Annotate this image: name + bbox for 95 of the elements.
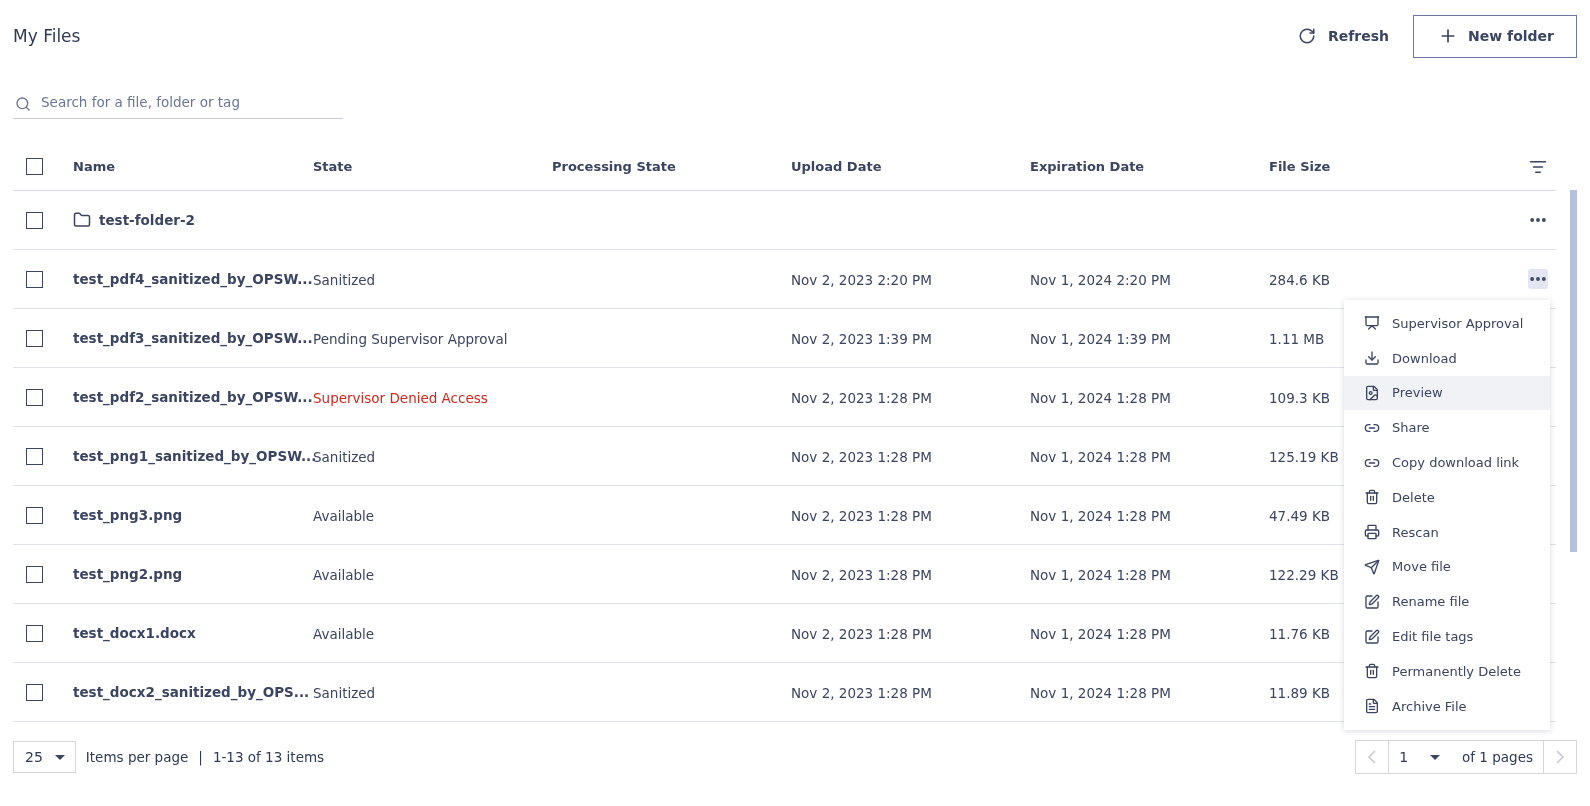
expiration-date-cell: Nov 1, 2024 2:20 PM: [1030, 271, 1171, 288]
file-name[interactable]: test_docx2_sanitized_by_OPS...: [73, 684, 310, 700]
separator: |: [198, 749, 203, 765]
file-name[interactable]: test-folder-2: [99, 212, 195, 228]
menu-item[interactable]: Rescan: [1344, 514, 1551, 550]
menu-item[interactable]: Rename file: [1344, 584, 1551, 620]
scrollbar-thumb[interactable]: [1570, 190, 1577, 552]
menu-item[interactable]: Edit file tags: [1344, 619, 1551, 654]
column-header: Processing State: [552, 159, 677, 174]
expiration-date-cell: Nov 1, 2024 1:28 PM: [1030, 684, 1171, 701]
menu-item[interactable]: Permanently Delete: [1344, 653, 1551, 689]
caret-icon: [1430, 754, 1441, 760]
menu-item[interactable]: Preview: [1344, 375, 1551, 411]
printer-icon: [1364, 524, 1381, 541]
upload-date-cell: Nov 2, 2023 1:39 PM: [791, 330, 932, 347]
chevron-right-icon: [1556, 750, 1564, 764]
menu-item[interactable]: Copy download link: [1344, 445, 1551, 480]
pencil-icon: [1364, 593, 1381, 610]
trash-icon: [1364, 489, 1381, 506]
state-cell: Available: [313, 625, 375, 642]
refresh-icon: [1297, 27, 1316, 45]
file-size-cell: 11.76 KB: [1269, 625, 1331, 642]
pencil-icon: [1364, 628, 1381, 645]
refresh-button[interactable]: Refresh: [1285, 19, 1402, 53]
column-header: State: [313, 159, 354, 174]
column-header: Upload Date: [791, 159, 883, 174]
state-cell: Supervisor Denied Access: [313, 389, 488, 406]
file-name[interactable]: test_pdf4_sanitized_by_OPSW...: [73, 271, 313, 287]
chevron-left-icon: [1368, 750, 1377, 764]
file-size-cell: 125.19 KB: [1269, 448, 1339, 465]
monitor-icon: [1364, 315, 1381, 332]
file-name[interactable]: test_docx1.docx: [73, 625, 196, 641]
row-checkbox[interactable]: [26, 506, 43, 524]
folder-icon: [73, 211, 91, 229]
caret-icon: [54, 754, 65, 760]
row-checkbox[interactable]: [26, 211, 43, 229]
column-header: File Size: [1269, 159, 1332, 174]
row-checkbox[interactable]: [26, 447, 43, 465]
file-size-cell: 284.6 KB: [1269, 271, 1331, 288]
new-folder-button[interactable]: New folder: [1413, 14, 1577, 58]
menu-item[interactable]: Delete: [1344, 480, 1551, 515]
menu-item[interactable]: Archive File: [1344, 688, 1551, 724]
file-size-cell: 122.29 KB: [1269, 566, 1339, 583]
file-name[interactable]: test_pdf2_sanitized_by_OPSW...: [73, 389, 313, 405]
more-options-icon[interactable]: [1527, 269, 1548, 289]
state-cell: Sanitized: [313, 448, 376, 465]
expiration-date-cell: Nov 1, 2024 1:28 PM: [1030, 625, 1171, 642]
file-size-cell: 11.89 KB: [1269, 684, 1331, 701]
state-cell: Available: [313, 507, 375, 524]
upload-date-cell: Nov 2, 2023 2:20 PM: [791, 271, 932, 288]
image-file-icon: [1364, 385, 1381, 401]
items-per-page-label: Items per page: [85, 749, 189, 765]
expiration-date-cell: Nov 1, 2024 1:28 PM: [1030, 448, 1171, 465]
file-size-cell: 1.11 MB: [1269, 330, 1325, 347]
state-cell: Available: [313, 566, 375, 583]
page-count-text: of 1 pages: [1462, 749, 1533, 765]
menu-item[interactable]: Move file: [1344, 549, 1551, 585]
row-checkbox[interactable]: [26, 624, 43, 642]
upload-date-cell: Nov 2, 2023 1:28 PM: [791, 566, 932, 583]
upload-date-cell: Nov 2, 2023 1:28 PM: [791, 625, 932, 642]
items-per-page-select[interactable]: 25: [13, 741, 76, 773]
menu-item[interactable]: Supervisor Approval: [1344, 306, 1551, 341]
row-checkbox[interactable]: [26, 329, 43, 347]
column-header: Name: [73, 159, 116, 174]
document-icon: [1364, 698, 1381, 715]
expiration-date-cell: Nov 1, 2024 1:28 PM: [1030, 507, 1171, 524]
state-cell: Sanitized: [313, 271, 376, 288]
row-checkbox[interactable]: [26, 388, 43, 406]
select-all-checkbox[interactable]: [26, 158, 43, 175]
expiration-date-cell: Nov 1, 2024 1:39 PM: [1030, 330, 1171, 347]
expiration-date-cell: Nov 1, 2024 1:28 PM: [1030, 566, 1171, 583]
file-size-cell: 109.3 KB: [1269, 389, 1331, 406]
upload-date-cell: Nov 2, 2023 1:28 PM: [791, 507, 932, 524]
row-checkbox[interactable]: [26, 683, 43, 701]
file-name[interactable]: test_png3.png: [73, 507, 183, 523]
upload-date-cell: Nov 2, 2023 1:28 PM: [791, 448, 932, 465]
page-select[interactable]: 1 of 1 pages: [1388, 741, 1544, 773]
page-title: My Files: [13, 26, 82, 46]
send-icon: [1364, 558, 1381, 575]
state-cell: Pending Supervisor Approval: [313, 330, 508, 347]
upload-date-cell: Nov 2, 2023 1:28 PM: [791, 684, 932, 701]
expiration-date-cell: Nov 1, 2024 1:28 PM: [1030, 389, 1171, 406]
row-checkbox[interactable]: [26, 270, 43, 288]
file-name[interactable]: test_pdf3_sanitized_by_OPSW...: [73, 330, 313, 346]
file-size-cell: 47.49 KB: [1269, 507, 1331, 524]
trash-icon: [1364, 663, 1381, 680]
file-name[interactable]: test_png2.png: [73, 566, 183, 582]
state-cell: Sanitized: [313, 684, 376, 701]
upload-date-cell: Nov 2, 2023 1:28 PM: [791, 389, 932, 406]
download-icon: [1364, 350, 1381, 367]
menu-item[interactable]: Share: [1344, 410, 1551, 446]
menu-item[interactable]: Download: [1344, 340, 1551, 376]
row-checkbox[interactable]: [26, 565, 43, 583]
item-range-text: 1-13 of 13 items: [212, 749, 325, 765]
column-header: Expiration Date: [1030, 159, 1146, 174]
